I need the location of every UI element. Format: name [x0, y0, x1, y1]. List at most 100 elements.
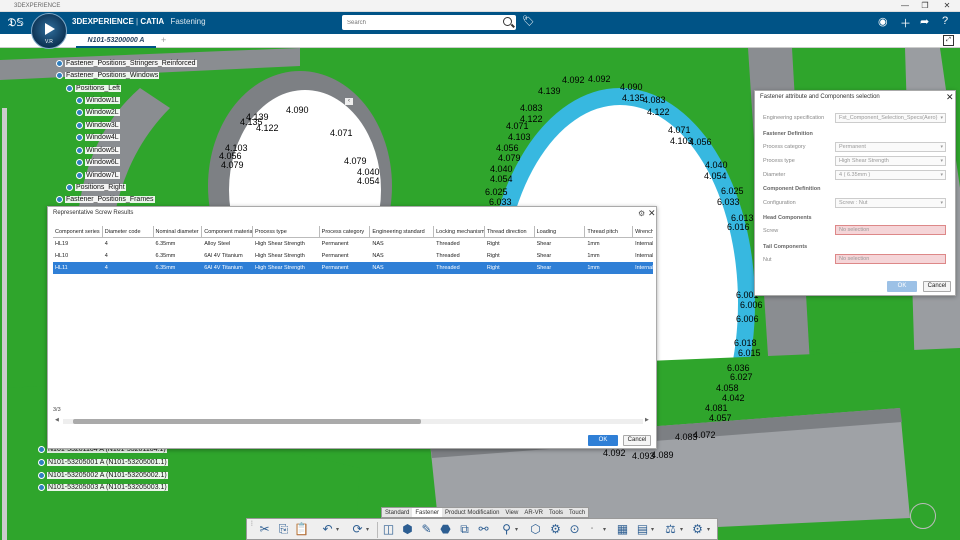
ok-button[interactable]: OK [588, 435, 618, 446]
process-category-select[interactable]: Permanent ▾ [835, 142, 946, 152]
fastener-line-icon[interactable]: ⬢ [400, 522, 415, 537]
tree-node[interactable]: Fastener_Positions_Frames [56, 196, 155, 203]
tree-vertical-scrollbar[interactable] [2, 108, 7, 540]
search-icon[interactable] [503, 17, 512, 26]
column-header[interactable]: Nominal diameter [154, 226, 203, 237]
share-icon[interactable]: ➦ [920, 15, 929, 28]
column-header[interactable]: Thread direction [485, 226, 535, 237]
action-bar-grip-icon[interactable]: ⋮ [249, 520, 255, 527]
tree-node[interactable]: Fastener_Positions_Stringers_Reinforced [56, 60, 197, 67]
tree-node[interactable]: Positions_Right [66, 184, 126, 191]
scroll-left-icon[interactable]: ◀ [55, 417, 59, 423]
add-icon[interactable]: ＋ [900, 15, 911, 31]
cut-icon[interactable]: ✂ [257, 522, 272, 537]
nut-selector[interactable]: No selection [835, 254, 946, 264]
hole-icon[interactable]: ⊙ [567, 522, 582, 537]
column-header[interactable]: Locking mechanism [434, 226, 485, 237]
column-header[interactable]: Loading [535, 226, 586, 237]
user-profile-icon[interactable]: ◉ [878, 15, 888, 28]
compass-widget[interactable]: V.R [31, 13, 67, 49]
search-input[interactable] [342, 15, 492, 30]
sketch-icon[interactable]: ✎ [419, 522, 434, 537]
batch-icon[interactable]: ⚙ [548, 522, 563, 537]
table-row[interactable]: HL10 4 6.35mm 6Al 4V Titanium High Shear… [53, 250, 653, 262]
tab-view[interactable]: View [502, 508, 521, 517]
chevron-down-icon[interactable]: ▾ [515, 526, 518, 533]
engineering-spec-select[interactable]: Fst_Component_Selection_Specs(Aero) ▾ [835, 113, 946, 123]
column-header[interactable]: Thread pitch [585, 226, 634, 237]
column-header[interactable]: Diameter code [103, 226, 154, 237]
tag-icon[interactable]: 🏷 [522, 16, 535, 27]
screw-selector[interactable]: No selection [835, 225, 946, 235]
process-type-select[interactable]: High Shear Strength ▾ [835, 156, 946, 166]
configuration-select[interactable]: Screw : Nut ▾ [835, 198, 946, 208]
tree-node[interactable]: Window1L [76, 97, 120, 104]
tab-touch[interactable]: Touch [566, 508, 588, 517]
settings-gear-icon[interactable]: ⚙ [690, 522, 705, 537]
tab-product-modification[interactable]: Product Modification [442, 508, 502, 517]
new-tab-button[interactable]: + [161, 35, 166, 45]
fullscreen-icon[interactable]: ⤢ [943, 35, 954, 46]
table-row-selected[interactable]: HL11 4 6.35mm 6Al 4V Titanium High Shear… [53, 262, 653, 274]
copy-icon[interactable]: ⎘ [276, 522, 291, 537]
table-icon[interactable]: ▦ [615, 522, 630, 537]
tree-node[interactable]: N101-53205003 A (N101-53205003.1) [38, 484, 168, 491]
close-icon[interactable]: ✕ [648, 208, 656, 219]
fastener-set-icon[interactable]: ⬣ [438, 522, 453, 537]
tree-collapse-button[interactable]: ‹ [345, 98, 353, 105]
component-icon[interactable]: ⬡ [528, 522, 543, 537]
column-header[interactable]: Component series [53, 226, 103, 237]
tree-node[interactable]: Positions_Left [66, 85, 121, 92]
tree-node[interactable]: Window3L [76, 122, 120, 129]
tree-node[interactable]: N101-53205002 A (N101-53205002.1) [38, 472, 168, 479]
tab-ar-vr[interactable]: AR-VR [521, 508, 546, 517]
tab-tools[interactable]: Tools [546, 508, 566, 517]
undo-icon[interactable]: ↶ [320, 522, 335, 537]
column-header[interactable]: Engineering standard [370, 226, 435, 237]
settings-icon[interactable]: ⚙ [638, 209, 645, 218]
tree-node[interactable]: Window7L [76, 172, 120, 179]
tab-fastener[interactable]: Fastener [412, 508, 443, 517]
column-header[interactable]: Wrench [633, 226, 653, 237]
tab-active-document[interactable]: N101-53200000 A [76, 34, 156, 48]
chevron-down-icon[interactable]: ▾ [680, 526, 683, 533]
help-icon[interactable]: ? [942, 15, 948, 27]
grid-icon[interactable]: ▤ [635, 522, 650, 537]
tree-node[interactable]: Window5L [76, 147, 120, 154]
tree-node[interactable]: Window2L [76, 109, 120, 116]
search-field[interactable] [342, 15, 516, 30]
paste-icon[interactable]: 📋 [294, 522, 309, 537]
update-icon[interactable]: ⟳ [350, 522, 365, 537]
minimize-button[interactable]: — [894, 0, 916, 12]
scroll-thumb[interactable] [73, 419, 421, 424]
tree-node[interactable]: N101-53205001 A (N101-53205001.1) [38, 459, 168, 466]
chevron-down-icon[interactable]: ▾ [336, 526, 339, 533]
column-header[interactable]: Component material [202, 226, 253, 237]
pattern-icon[interactable]: ⧉ [457, 522, 472, 537]
column-header[interactable]: Process type [253, 226, 320, 237]
restore-button[interactable]: ❐ [914, 0, 936, 12]
compass-tool-icon[interactable]: ⚲ [499, 522, 514, 537]
orientation-robot-icon[interactable] [910, 503, 936, 529]
table-row[interactable]: HL19 4 6.35mm Alloy Steel High Shear Str… [53, 238, 653, 250]
panel-ok-button[interactable]: OK [887, 281, 917, 292]
analysis-icon[interactable]: ⚖ [663, 522, 678, 537]
table-horizontal-scrollbar[interactable]: ◀ ▶ [53, 417, 653, 425]
chevron-down-icon[interactable]: ▾ [603, 526, 606, 533]
column-header[interactable]: Process category [320, 226, 371, 237]
tab-standard[interactable]: Standard [382, 508, 412, 517]
panel-cancel-button[interactable]: Cancel [923, 281, 951, 292]
diameter-select[interactable]: 4 ( 6.35mm ) ▾ [835, 170, 946, 180]
tree-node[interactable]: Window4L [76, 134, 120, 141]
link-icon[interactable]: ⚯ [476, 522, 491, 537]
chevron-down-icon[interactable]: ▾ [366, 526, 369, 533]
tree-node[interactable]: Window6L [76, 159, 120, 166]
cancel-button[interactable]: Cancel [623, 435, 651, 446]
tree-node[interactable]: Fastener_Positions_Windows [56, 72, 160, 79]
scroll-right-icon[interactable]: ▶ [645, 417, 649, 423]
close-icon[interactable]: ✕ [946, 92, 954, 103]
close-window-button[interactable]: ✕ [936, 0, 958, 12]
chevron-down-icon[interactable]: ▾ [707, 526, 710, 533]
fastener-spot-icon[interactable]: ◫ [381, 522, 396, 537]
chevron-down-icon[interactable]: ▾ [651, 526, 654, 533]
